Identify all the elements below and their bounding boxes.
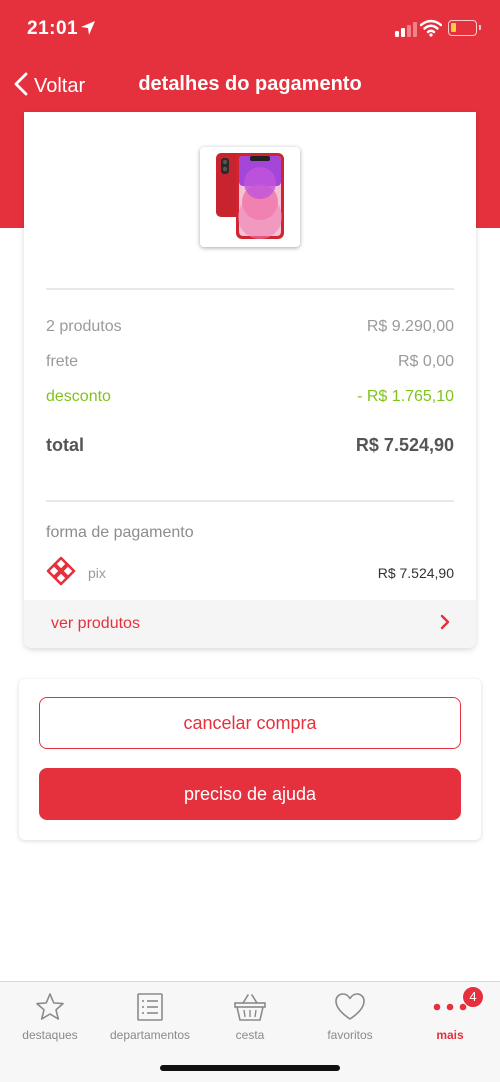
tab-label: mais	[436, 1028, 464, 1042]
products-row: 2 produtos R$ 9.290,00	[46, 318, 454, 336]
tab-favoritos[interactable]: favoritos	[300, 990, 400, 1050]
payment-method-row: pix R$ 7.524,90	[46, 556, 454, 591]
navigation-bar: Voltar detalhes do pagamento	[0, 64, 500, 108]
shipping-label: frete	[46, 353, 79, 370]
pix-icon	[46, 556, 76, 591]
location-arrow-icon	[80, 20, 96, 41]
payment-method-value: R$ 7.524,90	[377, 565, 454, 581]
tab-departamentos[interactable]: departamentos	[100, 990, 200, 1050]
cellular-signal-icon	[395, 22, 417, 37]
heart-icon	[300, 990, 400, 1024]
cancel-purchase-button[interactable]: cancelar compra	[39, 697, 461, 749]
wifi-icon	[419, 19, 443, 42]
more-dots-icon	[400, 990, 500, 1024]
tab-label: favoritos	[327, 1028, 373, 1042]
page-title: detalhes do pagamento	[138, 73, 362, 95]
discount-row: desconto - R$ 1.765,10	[46, 388, 454, 406]
status-time: 21:01	[27, 18, 79, 39]
discount-value: - R$ 1.765,10	[357, 388, 454, 405]
total-row: total R$ 7.524,90	[46, 435, 454, 456]
payment-method-name: pix	[88, 565, 106, 581]
chevron-right-icon	[440, 614, 450, 635]
actions-card: cancelar compra preciso de ajuda	[19, 679, 481, 840]
shipping-row: frete R$ 0,00	[46, 353, 454, 371]
tab-mais[interactable]: 4 mais	[400, 986, 500, 1050]
tab-label: cesta	[235, 1028, 265, 1042]
product-image[interactable]	[200, 147, 300, 247]
star-icon	[0, 990, 100, 1024]
total-label: total	[46, 435, 84, 455]
payment-details-card: 2 produtos R$ 9.290,00 frete R$ 0,00 des…	[24, 112, 476, 648]
payment-method-label: forma de pagamento	[46, 524, 194, 541]
divider	[46, 500, 454, 502]
products-value: R$ 9.290,00	[366, 318, 454, 335]
home-indicator	[160, 1065, 340, 1071]
tab-label: destaques	[22, 1028, 78, 1042]
see-products-button[interactable]: ver produtos	[24, 600, 476, 648]
total-value: R$ 7.524,90	[355, 435, 454, 455]
discount-label: desconto	[46, 388, 111, 405]
need-help-button[interactable]: preciso de ajuda	[39, 768, 461, 820]
tab-label: departamentos	[109, 1028, 191, 1042]
see-products-label: ver produtos	[51, 615, 140, 632]
list-icon	[100, 990, 200, 1024]
tab-destaques[interactable]: destaques	[0, 990, 100, 1050]
notification-badge: 4	[462, 986, 484, 1008]
shipping-value: R$ 0,00	[397, 353, 454, 370]
status-bar: 21:01	[0, 0, 500, 60]
divider	[46, 288, 454, 290]
tab-cesta[interactable]: cesta	[200, 990, 300, 1050]
battery-icon	[448, 20, 481, 36]
products-label: 2 produtos	[46, 318, 122, 335]
basket-icon	[200, 990, 300, 1024]
